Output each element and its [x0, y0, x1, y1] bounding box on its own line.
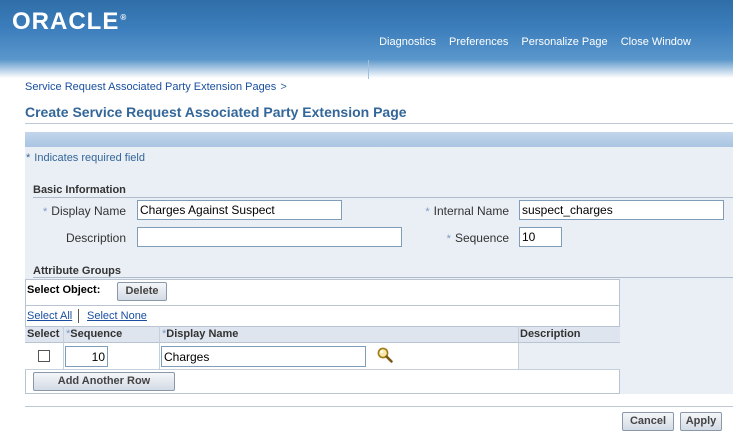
- internal-name-input[interactable]: [519, 200, 724, 220]
- breadcrumb-link[interactable]: Service Request Associated Party Extensi…: [25, 81, 276, 93]
- add-another-row-button[interactable]: Add Another Row: [33, 372, 175, 391]
- row-select-checkbox[interactable]: [38, 350, 50, 362]
- attribute-groups-header: Attribute Groups: [33, 265, 121, 277]
- cancel-button[interactable]: Cancel: [622, 412, 674, 431]
- footer-divider: [25, 406, 733, 407]
- required-star-icon: *: [446, 233, 451, 245]
- close-window-link[interactable]: Close Window: [621, 36, 691, 48]
- link-separator: [78, 309, 79, 323]
- row-display-name-input[interactable]: [161, 346, 366, 367]
- header-fade: [0, 60, 733, 78]
- internal-name-label: * Internal Name: [425, 204, 509, 218]
- column-divider: [518, 326, 519, 370]
- sequence-column-header: *Sequence: [66, 328, 123, 340]
- required-star-icon: *: [43, 206, 48, 218]
- select-all-link[interactable]: Select All: [27, 310, 72, 322]
- select-column-header: Select: [27, 328, 60, 340]
- basic-information-rule: [33, 197, 733, 198]
- search-icon[interactable]: [376, 346, 394, 364]
- content-header-bar: [25, 132, 733, 147]
- branding-header: ORACLE® Diagnostics Preferences Personal…: [0, 0, 733, 60]
- description-label: Description: [65, 231, 126, 245]
- basic-information-header: Basic Information: [33, 184, 126, 196]
- column-divider: [63, 326, 64, 370]
- diagnostics-link[interactable]: Diagnostics: [379, 36, 436, 48]
- select-object-label: Select Object:: [27, 284, 101, 296]
- required-star-icon: *: [425, 206, 430, 218]
- description-column-header: Description: [520, 328, 581, 340]
- apply-button[interactable]: Apply: [680, 412, 722, 431]
- attribute-groups-rule: [33, 277, 733, 278]
- table-toolbar-divider: [25, 305, 620, 306]
- column-divider: [159, 326, 160, 370]
- display-name-input[interactable]: [137, 200, 342, 220]
- description-cell: [518, 343, 620, 369]
- global-links: Diagnostics Preferences Personalize Page…: [369, 36, 691, 48]
- row-sequence-input[interactable]: [65, 346, 108, 367]
- sequence-label: * Sequence: [446, 231, 509, 245]
- display-name-label: * Display Name: [43, 204, 126, 218]
- title-divider: [25, 123, 733, 124]
- breadcrumb-separator: >: [280, 81, 287, 93]
- preferences-link[interactable]: Preferences: [449, 36, 508, 48]
- personalize-page-link[interactable]: Personalize Page: [521, 36, 607, 48]
- header-divider: [368, 60, 369, 79]
- breadcrumb: Service Request Associated Party Extensi…: [25, 81, 287, 93]
- select-none-link[interactable]: Select None: [87, 310, 147, 322]
- sequence-input[interactable]: [519, 227, 562, 247]
- page-title: Create Service Request Associated Party …: [25, 104, 407, 120]
- oracle-logo: ORACLE®: [12, 8, 127, 35]
- required-field-hint: * Indicates required field: [26, 152, 145, 164]
- description-input[interactable]: [137, 227, 402, 247]
- display-name-column-header: *Display Name: [162, 328, 239, 340]
- delete-button[interactable]: Delete: [117, 282, 167, 301]
- required-star-icon: *: [26, 152, 31, 164]
